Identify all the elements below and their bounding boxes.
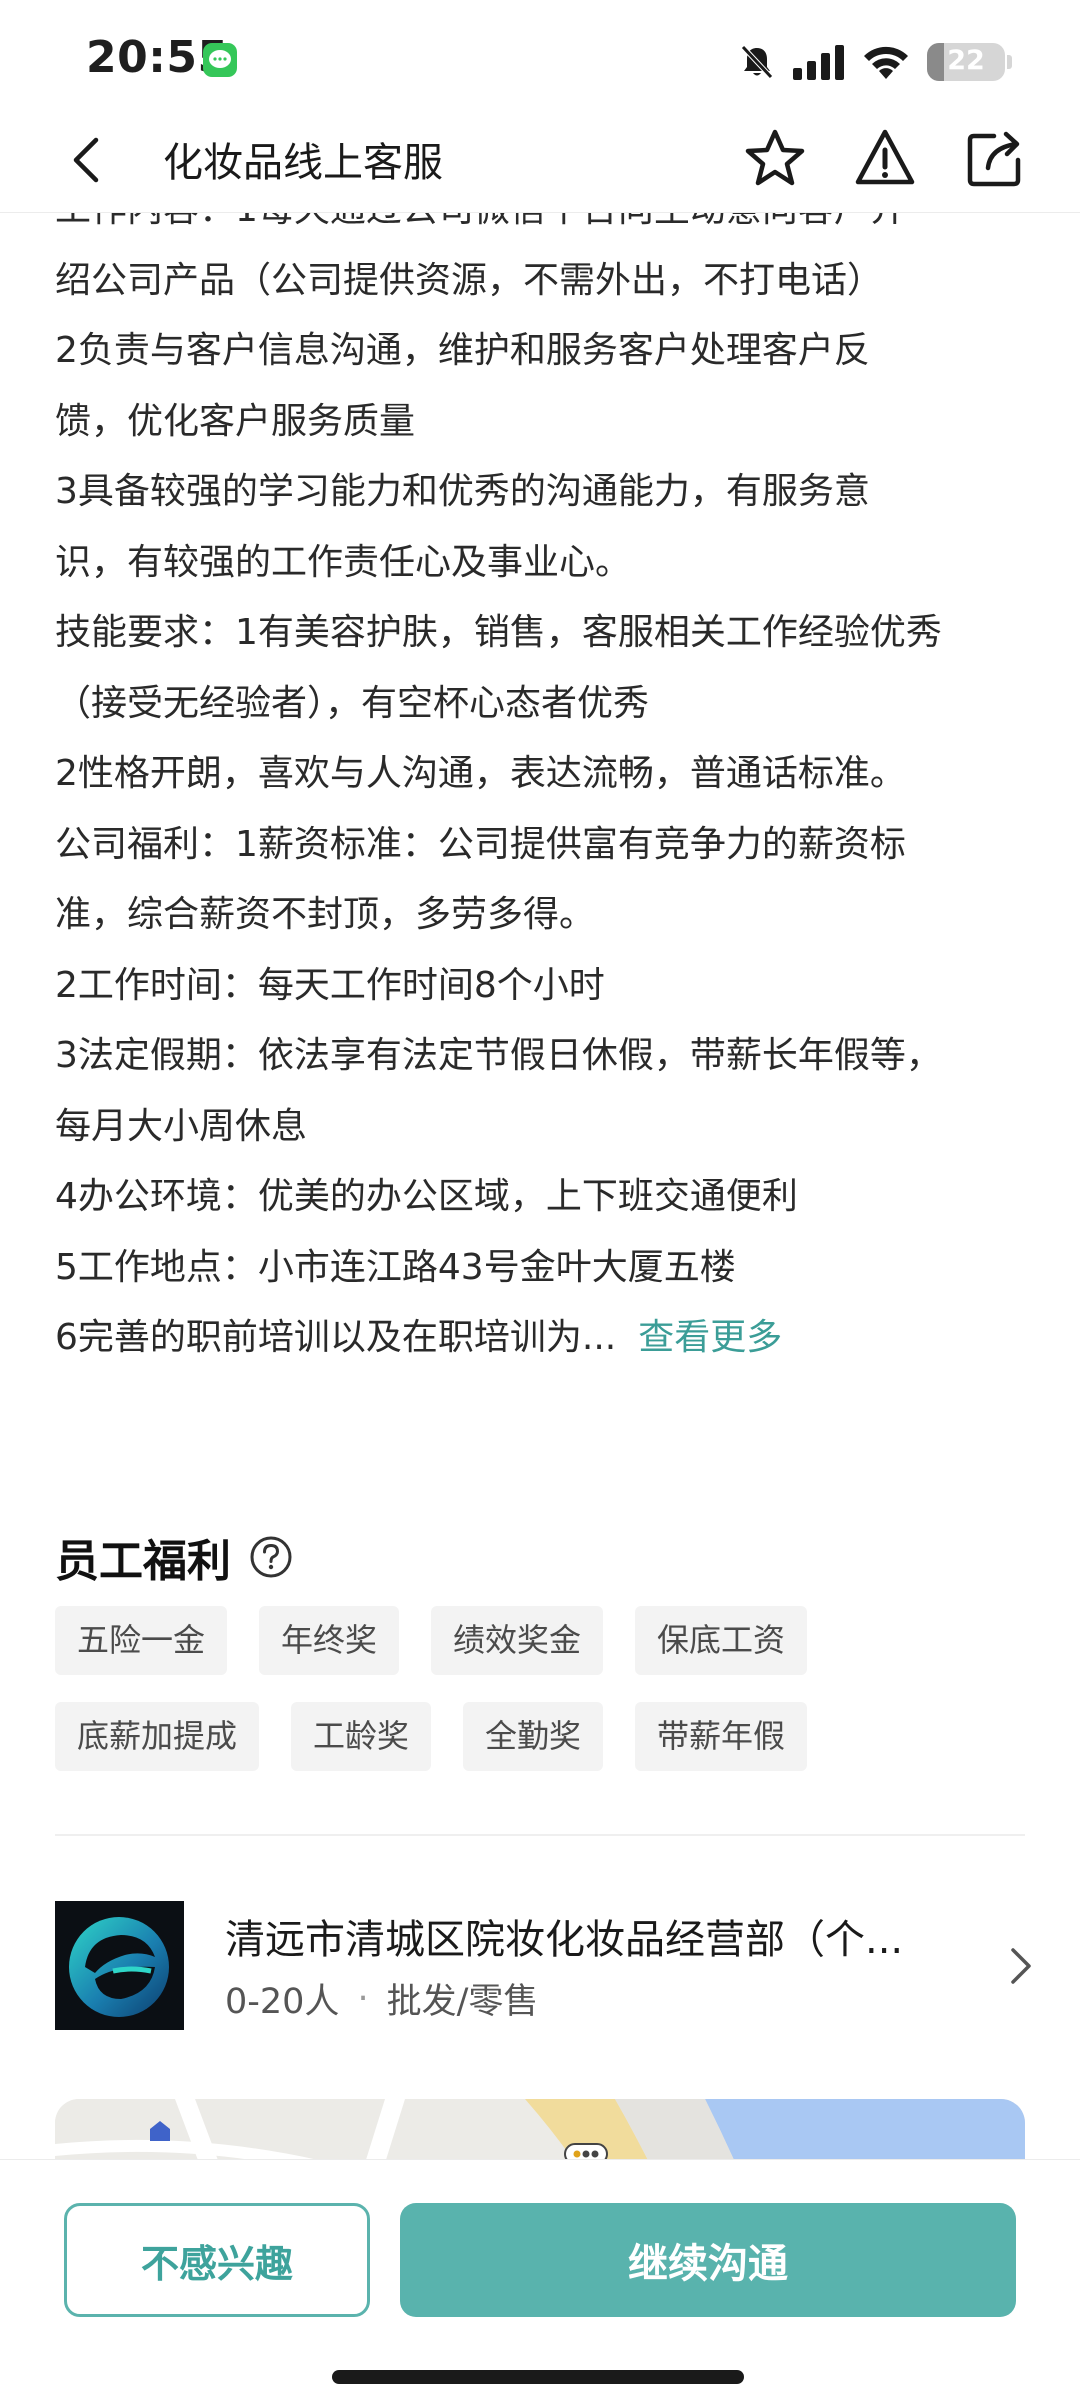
nav-bar: 化妆品线上客服 (0, 110, 1080, 213)
benefit-tag: 底薪加提成 (55, 1702, 260, 1771)
description-line: 准，综合薪资不封顶，多劳多得。 (55, 894, 596, 935)
battery-cap (1007, 55, 1012, 69)
job-content: 工作内容：1每天通过公司微信平台向主动意向客户介 绍公司产品（公司提供资源，不需… (0, 175, 1080, 1374)
see-more-link[interactable]: 查看更多 (638, 1317, 782, 1358)
not-interested-button[interactable]: 不感兴趣 (64, 2203, 370, 2317)
benefits-title: 员工福利 (55, 1525, 293, 1589)
description-line: 2工作时间：每天工作时间8个小时 (55, 964, 605, 1006)
status-indicators: 22 (737, 40, 1012, 84)
page-title: 化妆品线上客服 (163, 140, 443, 186)
description-line: 2负责与客户信息沟通，维护和服务客户处理客户反 (55, 330, 870, 371)
battery-level: 22 (947, 45, 985, 76)
benefit-tag: 五险一金 (55, 1606, 228, 1675)
company-name: 清远市清城区院妆化妆品经营部（个... (225, 1917, 904, 1963)
benefit-tag: 工龄奖 (291, 1702, 432, 1771)
benefit-tag: 全勤奖 (463, 1702, 604, 1771)
continue-chat-button[interactable]: 继续沟通 (400, 2203, 1016, 2317)
home-indicator[interactable] (332, 2370, 744, 2384)
benefit-tag: 绩效奖金 (431, 1606, 604, 1675)
description-line: 2性格开朗，喜欢与人沟通，表达流畅，普通话标准。 (55, 753, 906, 794)
description-truncated-text: 6完善的职前培训以及在职培训为... (55, 1317, 617, 1358)
signal-icon (793, 45, 844, 80)
benefits-title-text: 员工福利 (55, 1536, 231, 1587)
description-line: 公司福利：1薪资标准：公司提供富有竞争力的薪资标 (55, 823, 906, 865)
battery-icon: 22 (927, 43, 1005, 81)
description-line: （接受无经验者），有空杯心态者优秀 (55, 682, 650, 724)
share-icon[interactable] (960, 124, 1030, 194)
benefit-tags: 五险一金 年终奖 绩效奖金 保底工资 底薪加提成 工龄奖 全勤奖 带薪年假 (55, 1606, 1055, 1798)
wifi-icon (864, 46, 908, 79)
company-size: 0-20人 (225, 1982, 340, 2022)
bottom-action-bar: 不感兴趣 继续沟通 (0, 2159, 1080, 2404)
description-last-line: 6完善的职前培训以及在职培训为... 查看更多 (55, 1303, 1045, 1374)
benefit-tag: 年终奖 (259, 1606, 400, 1675)
benefit-tag-row: 五险一金 年终奖 绩效奖金 保底工资 (55, 1606, 1055, 1675)
description-line: 每月大小周休息 (55, 1105, 308, 1147)
help-icon[interactable] (249, 1535, 293, 1579)
job-description: 工作内容：1每天通过公司微信平台向主动意向客户介 绍公司产品（公司提供资源，不需… (55, 175, 1045, 1374)
report-icon[interactable] (850, 124, 920, 194)
description-line: 5工作地点：小市连江路43号金叶大厦五楼 (55, 1246, 736, 1288)
message-icon (203, 43, 237, 77)
company-industry: 批发/零售 (386, 1982, 539, 2022)
company-meta: 0-20人 · 批发/零售 (225, 1973, 538, 2024)
description-line: 3具备较强的学习能力和优秀的沟通能力，有服务意 (55, 471, 870, 512)
meta-separator: · (357, 1978, 369, 2019)
star-icon[interactable] (740, 124, 810, 194)
benefit-tag-row: 底薪加提成 工龄奖 全勤奖 带薪年假 (55, 1702, 1055, 1771)
description-line: 识，有较强的工作责任心及事业心。 (55, 541, 632, 583)
description-line: 绍公司产品（公司提供资源，不需外出，不打电话） (55, 259, 884, 301)
mute-bell-icon (741, 45, 773, 79)
description-line: 3法定假期：依法享有法定节假日休假，带薪长年假等， (55, 1035, 942, 1076)
description-line: 馈，优化客户服务质量 (55, 400, 416, 442)
status-bar: 20:55 22 (0, 0, 1080, 120)
description-line: 技能要求：1有美容护肤，销售，客服相关工作经验优秀 (55, 612, 942, 653)
benefit-tag: 带薪年假 (635, 1702, 808, 1771)
company-logo (55, 1901, 184, 2030)
chevron-right-icon (1011, 1948, 1031, 1984)
section-divider (55, 1834, 1025, 1836)
description-line: 4办公环境：优美的办公区域，上下班交通便利 (55, 1176, 798, 1217)
benefit-tag: 保底工资 (635, 1606, 808, 1675)
back-icon[interactable] (60, 132, 116, 188)
company-card[interactable]: 清远市清城区院妆化妆品经营部（个... 0-20人 · 批发/零售 (55, 1901, 1035, 2031)
